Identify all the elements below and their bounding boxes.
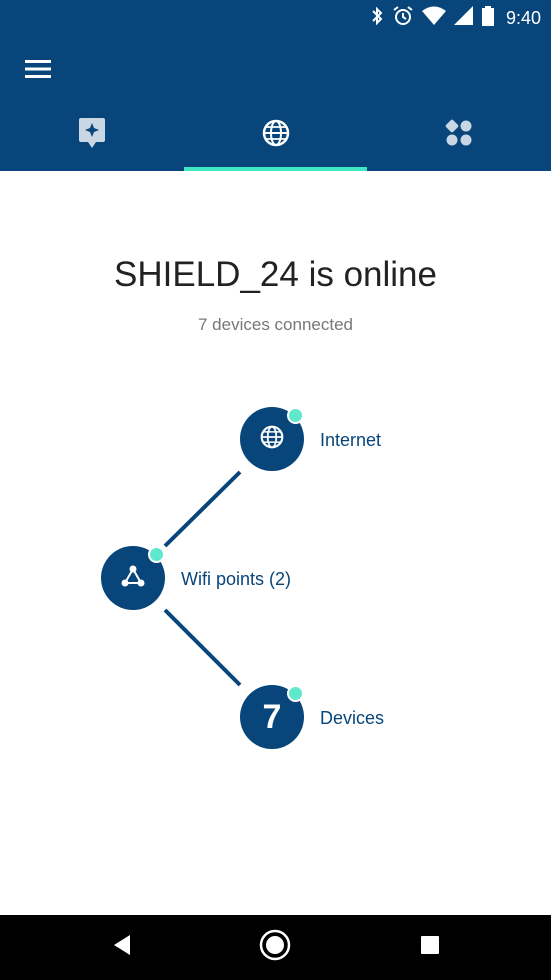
tab-apps[interactable] bbox=[367, 100, 551, 171]
sparkle-badge-icon bbox=[78, 118, 105, 153]
back-icon bbox=[112, 934, 132, 961]
devices-count: 7 bbox=[262, 697, 282, 736]
recents-button[interactable] bbox=[400, 915, 460, 980]
selected-tab-indicator bbox=[184, 167, 367, 171]
online-status-dot bbox=[148, 546, 165, 563]
status-bar: 9:40 bbox=[0, 0, 551, 36]
hamburger-menu-icon bbox=[25, 59, 51, 84]
connector-line-internet bbox=[163, 470, 242, 548]
internet-node[interactable] bbox=[240, 407, 304, 471]
tab-bar bbox=[0, 100, 551, 171]
apps-grid-icon bbox=[445, 119, 473, 152]
battery-icon bbox=[481, 5, 494, 31]
status-time: 9:40 bbox=[505, 7, 541, 28]
back-button[interactable] bbox=[92, 915, 152, 980]
network-status-title: SHIELD_24 is online bbox=[114, 255, 437, 294]
network-diagram: Internet Wifi points (2) 7 Devices bbox=[0, 390, 551, 770]
home-icon bbox=[259, 929, 291, 966]
network-nodes-icon bbox=[120, 564, 146, 593]
online-status-dot bbox=[287, 685, 304, 702]
recents-icon bbox=[420, 935, 440, 960]
connector-line-devices bbox=[163, 608, 242, 687]
devices-node[interactable]: 7 bbox=[240, 685, 304, 749]
menu-button[interactable] bbox=[22, 55, 54, 87]
home-button[interactable] bbox=[245, 915, 305, 980]
bluetooth-icon bbox=[370, 6, 384, 31]
globe-icon bbox=[260, 425, 284, 454]
devices-connected-subtitle: 7 devices connected bbox=[198, 315, 353, 334]
wifi-points-label[interactable]: Wifi points (2) bbox=[181, 569, 291, 590]
system-nav-bar bbox=[0, 915, 551, 980]
app-header: 9:40 bbox=[0, 0, 551, 171]
signal-icon bbox=[453, 5, 474, 31]
tab-network[interactable] bbox=[184, 100, 368, 171]
devices-label[interactable]: Devices bbox=[320, 708, 384, 729]
online-status-dot bbox=[287, 407, 304, 424]
wifi-points-node[interactable] bbox=[101, 546, 165, 610]
internet-label[interactable]: Internet bbox=[320, 430, 381, 451]
globe-icon bbox=[262, 119, 290, 152]
wifi-icon bbox=[421, 6, 446, 31]
alarm-icon bbox=[392, 5, 414, 32]
tab-highlights[interactable] bbox=[0, 100, 184, 171]
